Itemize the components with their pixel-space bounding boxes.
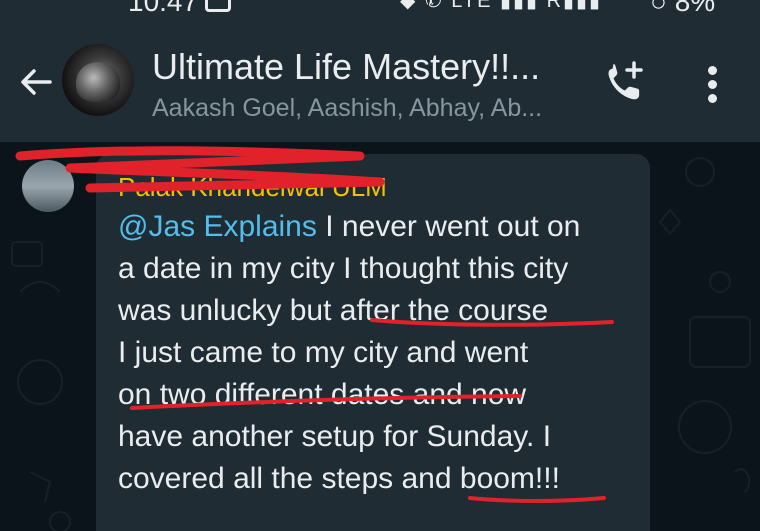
sender-name[interactable]: Palak Khandelwal ULM: [118, 172, 387, 203]
message-line: @Jas Explains I never went out on: [118, 210, 581, 243]
group-name[interactable]: Ultimate Life Mastery!!...: [152, 46, 540, 88]
more-options-icon[interactable]: [700, 62, 728, 106]
menu-dot: [708, 94, 717, 103]
lion-image: [76, 62, 120, 102]
signal-icon: ◆ ✆: [400, 0, 444, 12]
participants-list[interactable]: Aakash Goel, Aashish, Abhay, Ab...: [152, 94, 542, 123]
chat-area[interactable]: Palak Khandelwal ULM @Jas Explains I nev…: [0, 142, 760, 531]
message-text: @Jas Explains I never went out on a date…: [118, 206, 638, 500]
battery-percent: 8%: [674, 0, 716, 17]
back-arrow-icon[interactable]: [16, 62, 56, 102]
group-avatar[interactable]: [62, 44, 134, 116]
add-call-icon[interactable]: [604, 60, 648, 104]
status-time: 10:47: [128, 0, 199, 17]
message-line: covered all the steps and boom!!!: [118, 462, 560, 495]
network-label: LTE: [451, 0, 493, 12]
mention-link[interactable]: @Jas Explains: [118, 210, 317, 243]
sender-avatar[interactable]: [22, 160, 74, 212]
battery-icon: ○: [650, 0, 675, 17]
message-line: was unlucky but after the course: [118, 294, 549, 327]
signal-bars-icon: ▮▮▮ R▮▮▮: [500, 0, 603, 12]
message-line: on two different dates and now: [118, 378, 527, 411]
menu-dot: [708, 80, 717, 89]
message-line: I just came to my city and went: [118, 336, 529, 369]
message-line: a date in my city I thought this city: [118, 252, 569, 285]
battery-indicator: ○ 8%: [650, 0, 715, 18]
status-bar: 10:47 ◆ ✆ LTE ▮▮▮ R▮▮▮ ○ 8%: [0, 0, 760, 22]
message-line: have another setup for Sunday. I: [118, 420, 552, 453]
chat-header: Ultimate Life Mastery!!... Aakash Goel, …: [0, 22, 760, 142]
menu-dot: [708, 66, 717, 75]
notification-icon: [205, 0, 231, 12]
status-icons: ◆ ✆ LTE ▮▮▮ R▮▮▮: [400, 0, 602, 13]
